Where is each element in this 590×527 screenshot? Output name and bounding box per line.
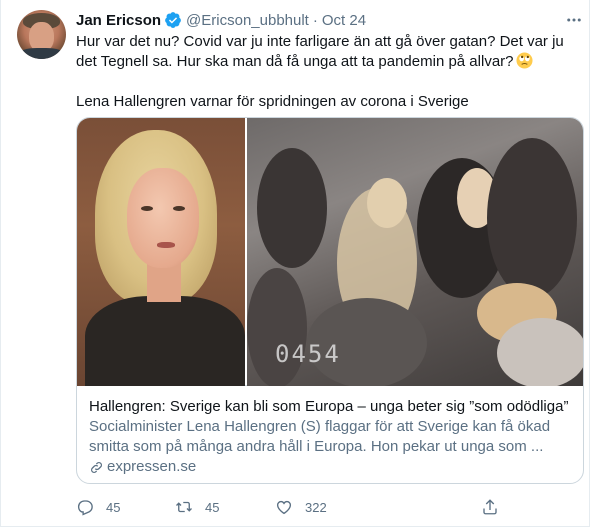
author-handle[interactable]: @Ericson_ubbhult (186, 12, 309, 29)
avatar[interactable] (17, 10, 66, 59)
tweet-header: Jan Ericson @Ericson_ubbhult · Oct 24 (76, 10, 366, 30)
author-name[interactable]: Jan Ericson (76, 12, 161, 29)
tweet-actions: 45 45 322 (76, 496, 506, 518)
like-button[interactable]: 322 (275, 496, 327, 518)
card-description: Socialminister Lena Hallengren (S) flagg… (89, 418, 551, 455)
card-image[interactable]: 0454 (77, 118, 583, 386)
reply-button[interactable]: 45 (76, 496, 120, 518)
separator-dot: · (312, 11, 318, 29)
tweet-paragraph: Hur var det nu? Covid var ju inte farlig… (76, 32, 581, 72)
tweet-line-1: Hur var det nu? Covid var ju inte farlig… (76, 33, 564, 70)
tweet-paragraph: Lena Hallengren varnar för spridningen a… (76, 93, 469, 110)
card-body[interactable]: Hallengren: Sverige kan bli som Europa –… (77, 387, 583, 483)
face-with-rolling-eyes-icon (515, 52, 533, 69)
heart-icon (276, 500, 292, 515)
retweet-icon (176, 501, 192, 513)
portrait-photo (77, 118, 245, 386)
tweet-text: Hur var det nu? Covid var ju inte farlig… (76, 32, 581, 112)
crowd-photo: 0454 (247, 118, 583, 386)
share-button[interactable] (481, 496, 499, 518)
tweet-time[interactable]: Oct 24 (322, 12, 366, 29)
video-timestamp: 0454 (275, 340, 341, 368)
card-domain-text: expressen.se (107, 458, 197, 475)
retweet-button[interactable]: 45 (175, 496, 219, 518)
card-title: Hallengren: Sverige kan bli som Europa –… (89, 398, 569, 415)
link-card[interactable]: 0454 Hallengren: Sverige kan bli som Eur… (76, 117, 584, 484)
tweet[interactable]: Jan Ericson @Ericson_ubbhult · Oct 24 Hu… (0, 0, 590, 527)
like-count: 322 (305, 499, 327, 515)
reply-count: 45 (106, 499, 121, 515)
card-domain: expressen.se (89, 457, 571, 477)
share-icon (483, 499, 497, 515)
reply-icon (77, 500, 93, 516)
link-icon (91, 461, 102, 473)
more-options-icon[interactable] (564, 10, 584, 30)
verified-badge-icon (165, 12, 181, 28)
retweet-count: 45 (205, 499, 220, 515)
